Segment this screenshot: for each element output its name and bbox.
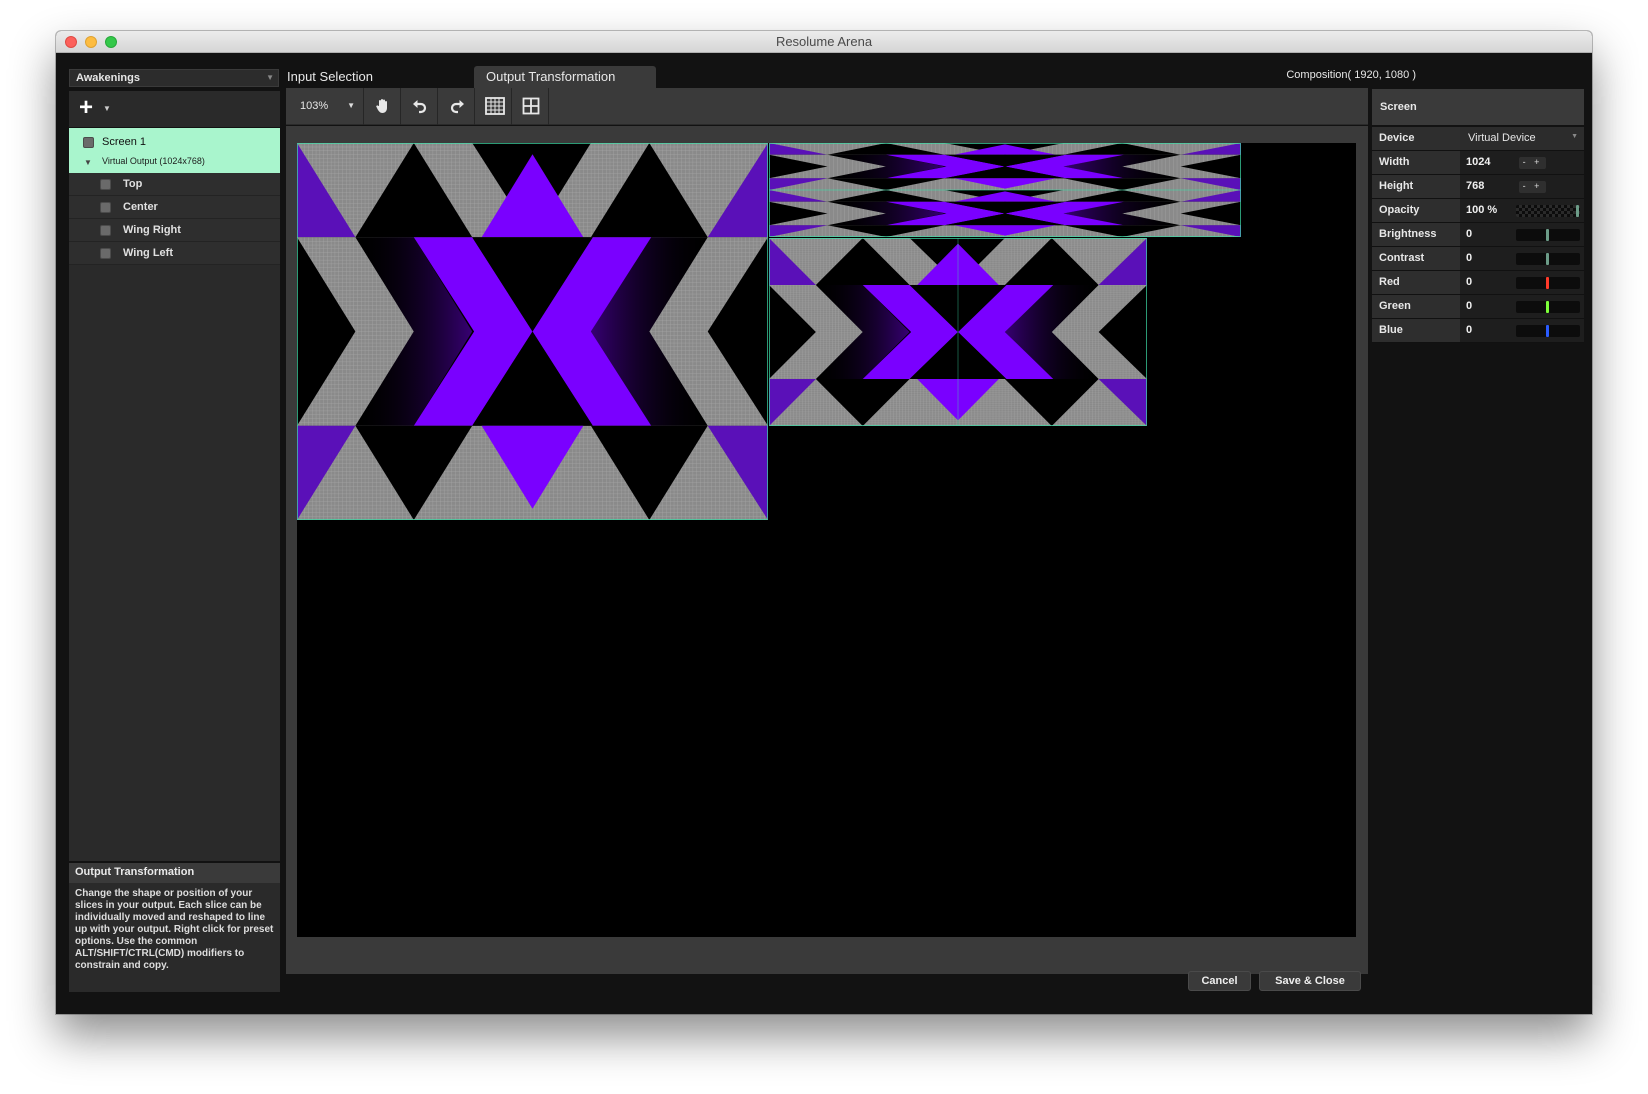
height-field[interactable]: 768	[1466, 180, 1484, 192]
tree-slice-item[interactable]: Wing Right	[69, 219, 280, 242]
height-stepper[interactable]: - +	[1519, 181, 1546, 193]
output-preview	[297, 143, 1241, 520]
expand-triangle-icon[interactable]: ▼	[84, 158, 92, 167]
save-close-button[interactable]: Save & Close	[1259, 971, 1361, 991]
slice-label: Wing Right	[123, 224, 181, 236]
red-row: Red 0	[1372, 271, 1584, 295]
brightness-slider[interactable]	[1516, 229, 1580, 241]
brightness-row: Brightness 0	[1372, 223, 1584, 247]
tree-slice-item[interactable]: Center	[69, 196, 280, 219]
slice-toggle-checkbox[interactable]	[100, 202, 111, 213]
contrast-slider-handle[interactable]	[1546, 253, 1549, 265]
green-field[interactable]: 0	[1466, 300, 1472, 312]
output-canvas[interactable]	[297, 143, 1356, 937]
screen-properties: Device Virtual Device ▼ Width 1024 - + H…	[1372, 127, 1584, 343]
width-label: Width	[1372, 151, 1460, 174]
tab-output-transformation[interactable]: Output Transformation	[474, 66, 656, 88]
green-label: Green	[1372, 295, 1460, 318]
slice-toggle-checkbox[interactable]	[100, 225, 111, 236]
green-slider[interactable]	[1516, 301, 1580, 313]
contrast-field[interactable]: 0	[1466, 252, 1472, 264]
contrast-row: Contrast 0	[1372, 247, 1584, 271]
opacity-row: Opacity 100 %	[1372, 199, 1584, 223]
screen-panel-title: Screen	[1372, 89, 1584, 125]
toolbar: 103% ▼	[286, 88, 1368, 125]
chevron-down-icon: ▼	[1571, 133, 1578, 140]
device-label: Device	[1372, 127, 1460, 150]
contrast-slider[interactable]	[1516, 253, 1580, 265]
slice-label: Wing Left	[123, 247, 173, 259]
tab-input-selection[interactable]: Input Selection	[275, 66, 385, 88]
opacity-slider[interactable]	[1516, 205, 1580, 217]
brightness-label: Brightness	[1372, 223, 1460, 246]
device-row: Device Virtual Device ▼	[1372, 127, 1584, 151]
split-button[interactable]	[513, 88, 549, 125]
chevron-down-icon[interactable]: ▼	[103, 104, 111, 113]
blue-label: Blue	[1372, 319, 1460, 342]
opacity-label: Opacity	[1372, 199, 1460, 222]
grid-button[interactable]	[476, 88, 512, 125]
red-slider[interactable]	[1516, 277, 1580, 289]
output-label: Virtual Output (1024x768)	[102, 156, 205, 166]
app-window: Resolume Arena Awakenings ▼ + ▼ Screen 1…	[56, 31, 1592, 1014]
undo-button[interactable]	[402, 88, 438, 125]
contrast-label: Contrast	[1372, 247, 1460, 270]
chevron-down-icon: ▼	[266, 73, 274, 82]
add-icon[interactable]: +	[79, 95, 93, 121]
zoom-value: 103%	[300, 100, 329, 112]
preset-select[interactable]: Awakenings ▼	[69, 69, 279, 87]
slice-label: Center	[123, 201, 158, 213]
screen-toggle-checkbox[interactable]	[83, 137, 94, 148]
chevron-down-icon: ▼	[347, 101, 355, 110]
green-row: Green 0	[1372, 295, 1584, 319]
height-row: Height 768 - +	[1372, 175, 1584, 199]
screen-label: Screen 1	[102, 136, 147, 148]
brightness-slider-handle[interactable]	[1546, 229, 1549, 241]
red-label: Red	[1372, 271, 1460, 294]
screen-tree: Screen 1 ▼ Virtual Output (1024x768) Top…	[69, 128, 280, 861]
help-title: Output Transformation	[69, 863, 280, 883]
blue-field[interactable]: 0	[1466, 324, 1472, 336]
red-field[interactable]: 0	[1466, 276, 1472, 288]
add-toolbar: + ▼	[69, 91, 280, 127]
device-value: Virtual Device	[1468, 132, 1536, 144]
hand-tool-button[interactable]	[365, 88, 401, 125]
redo-button[interactable]	[439, 88, 475, 125]
width-stepper[interactable]: - +	[1519, 157, 1546, 169]
help-text: Change the shape or position of your sli…	[69, 883, 280, 992]
tree-slice-item[interactable]: Wing Left	[69, 242, 280, 265]
opacity-field[interactable]: 100 %	[1466, 204, 1497, 216]
title-bar: Resolume Arena	[56, 31, 1592, 53]
cancel-button[interactable]: Cancel	[1188, 971, 1251, 991]
redo-icon	[450, 100, 464, 114]
zoom-select[interactable]: 103% ▼	[286, 88, 364, 125]
blue-row: Blue 0	[1372, 319, 1584, 343]
blue-slider[interactable]	[1516, 325, 1580, 337]
slice-toggle-checkbox[interactable]	[100, 179, 111, 190]
tree-screen-item[interactable]: Screen 1 ▼ Virtual Output (1024x768)	[69, 128, 280, 173]
green-slider-handle[interactable]	[1546, 301, 1549, 313]
canvas-frame	[286, 126, 1368, 974]
split-icon	[522, 97, 540, 115]
device-select[interactable]: Virtual Device ▼	[1460, 127, 1584, 150]
width-row: Width 1024 - +	[1372, 151, 1584, 175]
slice-label: Top	[123, 178, 143, 190]
red-slider-handle[interactable]	[1546, 277, 1549, 289]
hand-icon	[376, 99, 387, 113]
opacity-slider-handle[interactable]	[1576, 205, 1579, 217]
blue-slider-handle[interactable]	[1546, 325, 1549, 337]
slice-toggle-checkbox[interactable]	[100, 248, 111, 259]
grid-icon	[485, 97, 505, 115]
width-field[interactable]: 1024	[1466, 156, 1490, 168]
preset-value: Awakenings	[76, 72, 140, 84]
brightness-field[interactable]: 0	[1466, 228, 1472, 240]
height-label: Height	[1372, 175, 1460, 198]
undo-icon	[413, 100, 427, 114]
composition-size: Composition( 1920, 1080 )	[1286, 69, 1416, 81]
window-title: Resolume Arena	[775, 34, 873, 49]
tree-slice-item[interactable]: Top	[69, 173, 280, 196]
